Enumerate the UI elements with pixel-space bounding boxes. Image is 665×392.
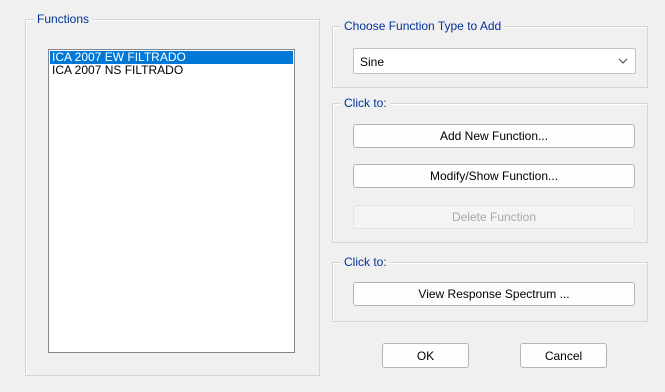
function-type-value: Sine — [360, 55, 385, 69]
ok-button[interactable]: OK — [382, 343, 469, 368]
view-response-spectrum-button[interactable]: View Response Spectrum ... — [353, 282, 635, 306]
functions-listbox[interactable]: ICA 2007 EW FILTRADO ICA 2007 NS FILTRAD… — [48, 49, 295, 353]
add-new-function-button[interactable]: Add New Function... — [353, 124, 635, 148]
function-list-item[interactable]: ICA 2007 NS FILTRADO — [50, 64, 293, 77]
delete-function-button[interactable]: Delete Function — [353, 205, 635, 229]
modify-show-function-button[interactable]: Modify/Show Function... — [353, 164, 635, 188]
chevron-down-icon — [618, 58, 628, 64]
spectrum-group-title: Click to: — [341, 255, 390, 269]
cancel-button[interactable]: Cancel — [520, 343, 607, 368]
functions-group-title: Functions — [34, 12, 93, 26]
actions-group-title: Click to: — [341, 96, 390, 110]
function-type-group-title: Choose Function Type to Add — [341, 19, 505, 33]
function-type-select[interactable]: Sine — [353, 48, 636, 74]
